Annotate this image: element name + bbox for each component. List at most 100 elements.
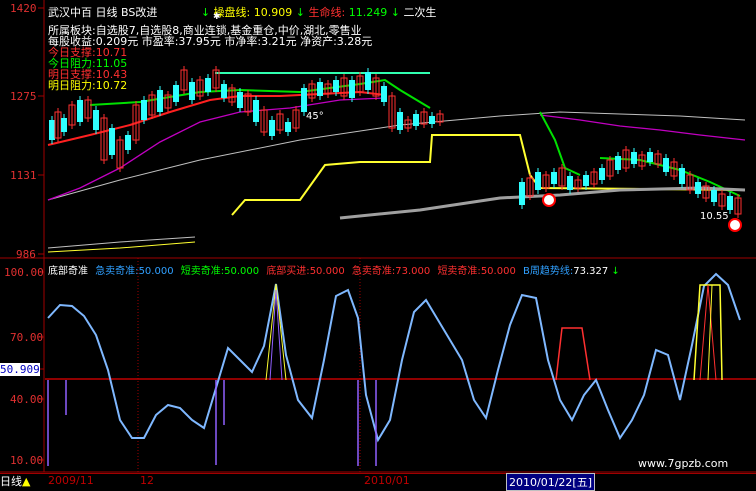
smiley-marker-icon	[542, 193, 556, 207]
indicator-item-label: 急卖奇准:	[95, 266, 139, 277]
signal-spike	[707, 284, 713, 381]
candle-body	[173, 85, 179, 102]
candle-body	[77, 100, 83, 122]
candle-body	[365, 72, 371, 90]
candle-body	[285, 122, 291, 132]
weekday: 五	[576, 476, 588, 489]
signal-box	[555, 327, 591, 381]
tomorrow-resistance-label: 明日阻力:	[48, 79, 96, 92]
candle-body	[615, 156, 621, 170]
signal-box	[693, 284, 723, 381]
star-icon: ✱	[213, 12, 221, 22]
candle-body	[221, 84, 227, 98]
watermark: www.7gpzb.com	[638, 457, 729, 470]
indicator-item-label: 短卖奇准:	[180, 266, 225, 277]
ma-purple-line-2	[539, 114, 746, 141]
arrow-down-icon: ↓	[390, 6, 400, 19]
indicator-item-value: 50.000	[480, 266, 516, 277]
arrow-down-icon: ↓	[295, 6, 305, 19]
gray-band	[339, 186, 746, 220]
candle-body	[269, 120, 275, 136]
candle-body	[695, 182, 701, 194]
angle-annotation: 45°	[306, 111, 324, 122]
candle-body	[631, 152, 637, 164]
candle-body	[349, 80, 355, 98]
candle-body	[599, 168, 605, 180]
indicator-item-value: 50.000	[138, 266, 174, 277]
candle-body	[583, 175, 589, 186]
last-price-annotation: 10.55	[700, 211, 729, 222]
oscillator-line	[47, 272, 741, 443]
indicator-item-value: 73.327	[573, 266, 609, 277]
tomorrow-resistance-value: 10.72	[95, 79, 128, 92]
candle-body	[711, 190, 717, 202]
candle-body	[727, 196, 733, 210]
ma-long-line	[47, 111, 746, 201]
candle-body	[679, 168, 685, 184]
indicator-axis-label: 100.00	[4, 266, 44, 279]
candle-body	[413, 114, 419, 126]
candle-body	[333, 80, 339, 92]
indicator-item-value: 50.000	[224, 266, 260, 277]
stock-name: 武汉中百	[48, 6, 92, 19]
indicator-item-label: 短卖奇准:	[437, 266, 481, 277]
arrow-down-icon: ↓	[611, 266, 620, 277]
indicator-legend: 底部奇准 急卖奇准:50.000 短卖奇准:50.000 底部买进:50.000…	[48, 262, 620, 277]
candle-body	[663, 158, 669, 172]
price-axis-label: 986	[16, 248, 36, 261]
indicator-item-label: 急卖奇准:	[351, 266, 396, 277]
candle-body	[189, 82, 195, 100]
selected-date-value: 2010/01/22	[509, 476, 573, 489]
price-axis-label: 1275	[10, 90, 37, 103]
candle-body	[125, 135, 131, 150]
price-axis-label: 1131	[10, 169, 37, 182]
period-label: 日线	[95, 6, 118, 19]
candle-body	[157, 90, 163, 112]
candle-body	[205, 78, 211, 92]
candle-body	[429, 116, 435, 124]
period-button[interactable]: 日线▲	[0, 473, 36, 488]
ma-bottom-line-2	[47, 241, 196, 253]
candle-body	[397, 112, 403, 130]
candle-body	[519, 182, 525, 205]
smiley-marker-icon	[728, 218, 742, 232]
price-axis-label: 1420	[10, 2, 37, 15]
candle-body	[237, 92, 243, 108]
candle-body	[535, 172, 541, 190]
formula-name[interactable]: BS改进	[121, 6, 157, 19]
indicator-item-label: B周趋势线:	[523, 266, 574, 277]
signal-spike	[699, 284, 717, 381]
life-line-label: 生命线:	[308, 6, 346, 19]
selected-date[interactable]: 2010/01/22[五]	[506, 473, 595, 491]
candle-body	[301, 88, 307, 112]
indicator-axis-label: 40.00	[10, 393, 44, 406]
candle-body	[109, 128, 115, 155]
candle-body	[567, 176, 573, 190]
triangle-up-icon: ▲	[22, 475, 31, 488]
ma-bottom-line	[47, 236, 196, 249]
current-value-badge: 50.909	[0, 363, 40, 376]
life-line-value: 11.249	[348, 6, 388, 19]
arrow-down-icon: ↓	[200, 6, 211, 19]
ma-green-line-2	[539, 111, 581, 176]
current-value: 50.909	[0, 363, 40, 376]
candle-body	[93, 110, 99, 130]
candle-body	[381, 86, 387, 102]
indicator-axis-label: 10.00	[10, 454, 44, 467]
indicator-item-value: 73.000	[395, 266, 431, 277]
date-tick: 2009/11	[48, 474, 94, 487]
period-button-label: 日线	[0, 475, 22, 488]
date-tick: 2010/01	[364, 474, 410, 487]
date-tick: 12	[140, 474, 154, 487]
candle-body	[551, 172, 557, 184]
indicator-axis-label: 70.00	[10, 331, 44, 344]
op-line-yellow	[231, 134, 746, 216]
op-line-value: 10.909	[253, 6, 293, 19]
top-legend: 武汉中百 日线 BS改进 ↓ 操盘线: 10.909 ↓ 生命线: 11.249…	[48, 4, 436, 20]
tomorrow-resistance-row: 明日阻力:10.72	[48, 80, 127, 91]
candle-body	[61, 118, 67, 132]
candle-body	[647, 152, 653, 162]
candle-body	[49, 120, 55, 140]
candle-body	[317, 82, 323, 96]
second-label: 二次生	[403, 6, 437, 19]
